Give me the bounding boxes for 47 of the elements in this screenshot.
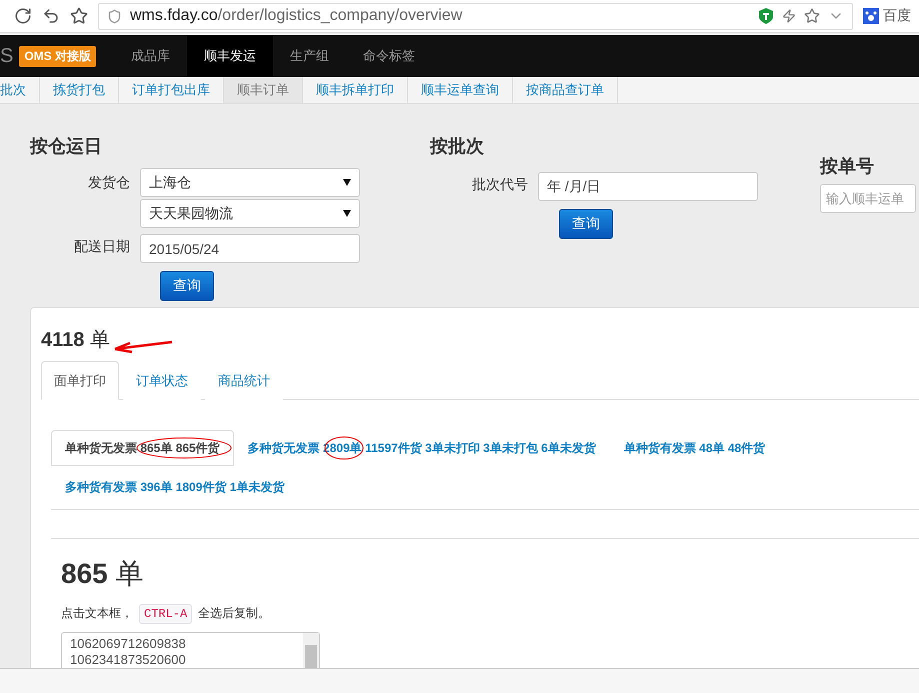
url-host: wms.fday.co [130,7,218,25]
paw-icon [863,8,879,24]
nav-item[interactable]: 成品库 [114,35,188,77]
section-title: 按批次 [430,135,485,158]
dropdown-arrow-icon [343,179,351,186]
copy-hint: 点击文本框， CTRL-A 全选后复制。 [61,605,919,622]
address-bar[interactable]: wms.fday.co/order/logistics_company/overview [98,2,853,30]
nav-item[interactable]: 命令标签 [346,35,432,77]
search-engine-button[interactable]: 百度 [863,7,911,25]
dropdown-arrow-icon [343,210,351,217]
subnav-item[interactable]: 批次 [0,77,40,103]
shield-icon [107,8,122,24]
subnav-item[interactable]: 顺丰拆单打印 [303,77,408,103]
shield-extension-icon[interactable] [758,7,774,25]
subnav-item[interactable]: 按商品查订单 [513,77,618,103]
category-pill[interactable]: 多种货有发票 396单 1809件货 1单未发货 [51,469,298,505]
lightning-icon[interactable] [782,9,796,23]
carrier-select[interactable]: 天天果园物流 [140,199,360,228]
version-badge: OMS 对接版 [19,46,96,66]
order-count: 865 单 [61,557,144,592]
field-label: 配送日期 [73,238,130,256]
warehouse-select[interactable]: 上海仓 [140,168,360,197]
category-pill[interactable]: 单种货无发票 865单 865件货 [51,430,234,466]
reload-icon[interactable] [14,7,32,25]
arrow-drawing [112,338,174,354]
waybill-field[interactable]: 输入顺丰运单 [820,184,916,213]
back-icon[interactable] [42,7,60,25]
star-icon[interactable] [70,7,88,25]
category-pill[interactable]: 单种货有发票 48单 48件货 [610,430,780,466]
batch-field[interactable]: 年 /月/日 [538,172,758,201]
star-icon[interactable] [804,8,820,24]
subnav-item[interactable]: 拣货打包 [40,77,119,103]
section-title: 按单号 [820,155,875,178]
field-label: 批次代号 [471,176,528,194]
subnav-item[interactable]: 顺丰运单查询 [408,77,513,103]
nav-item[interactable]: 顺丰发运 [187,35,274,77]
subnav-item[interactable]: 顺丰订单 [224,77,303,103]
date-field[interactable]: 2015/05/24 [140,234,360,263]
brand-text: S [0,44,14,68]
tab[interactable]: 面单打印 [41,361,119,400]
section-title: 按仓运日 [30,135,103,158]
order-count: 4118 单 [41,328,110,353]
nav-item[interactable]: 生产组 [273,35,346,77]
url-path: /order/logistics_company/overview [218,7,462,25]
field-label: 发货仓 [87,174,130,192]
query-button[interactable]: 查询 [160,271,214,301]
query-button[interactable]: 查询 [559,209,613,239]
